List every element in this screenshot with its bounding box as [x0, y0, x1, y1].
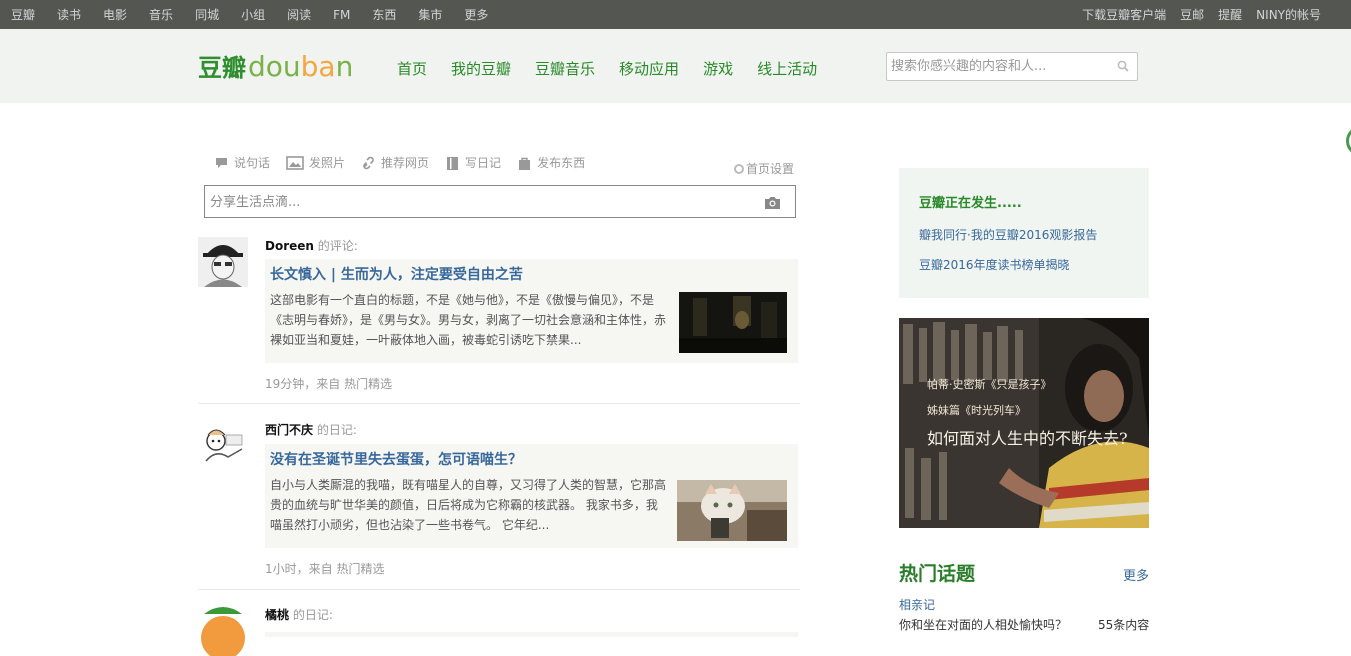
global-nav-music[interactable]: 音乐 [149, 6, 173, 23]
feed-item: 橘桃 的日记: [198, 606, 800, 656]
diary-thumbnail[interactable] [677, 480, 787, 541]
feed-divider [198, 403, 800, 404]
feed-action: 的日记: [316, 423, 357, 437]
avatar[interactable] [198, 606, 248, 656]
avatar[interactable] [198, 421, 248, 471]
floating-widget[interactable] [1346, 126, 1351, 156]
promo-line-2: 姊妹篇《时光列车》 [927, 404, 1026, 417]
settings-icon [734, 163, 744, 174]
douban-logo[interactable]: 豆瓣 douban [198, 48, 353, 83]
main-nav: 首页 我的豆瓣 豆瓣音乐 移动应用 游戏 线上活动 [397, 58, 841, 79]
global-nav-movies[interactable]: 电影 [103, 6, 127, 23]
feed-item: Doreen 的评论: 长文慎入 | 生而为人，注定要受自由之苦 这部电影有一个… [198, 237, 800, 397]
hot-topics-title: 热门话题 [899, 563, 976, 585]
movie-thumbnail[interactable] [679, 292, 787, 353]
feed-author: Doreen 的评论: [265, 237, 358, 254]
search-input[interactable] [891, 57, 1106, 76]
nav-home[interactable]: 首页 [397, 58, 427, 79]
global-nav-right: 下载豆瓣客户端 豆邮 提醒 NINY的帐号 [1068, 0, 1321, 29]
global-nav-read[interactable]: 阅读 [287, 6, 311, 23]
mail-link[interactable]: 豆邮 [1180, 6, 1204, 23]
share-link-button[interactable]: 推荐网页 [361, 154, 429, 171]
feed-card: 长文慎入 | 生而为人，注定要受自由之苦 这部电影有一个直白的标题，不是《她与他… [265, 259, 798, 363]
photo-icon [286, 155, 304, 170]
feed-title-link[interactable]: 没有在圣诞节里失去蛋蛋，怎可语喵生？ [270, 449, 522, 469]
nav-my-douban[interactable]: 我的豆瓣 [451, 58, 511, 79]
account-menu[interactable]: NINY的帐号 [1256, 6, 1321, 23]
feed-action: 的评论: [317, 239, 358, 253]
camera-icon[interactable] [764, 196, 781, 209]
global-nav: 豆瓣 读书 电影 音乐 同城 小组 阅读 FM 东西 集市 更多 下载豆瓣客户端… [0, 0, 1351, 29]
feed-author: 橘桃 的日记: [265, 606, 333, 623]
notifications-link[interactable]: 提醒 [1218, 6, 1242, 23]
share-item-button[interactable]: 发布东西 [517, 154, 585, 171]
feed-divider [198, 589, 800, 590]
share-photo-button[interactable]: 发照片 [286, 154, 345, 171]
promo-image [899, 318, 1149, 528]
site-header: 豆瓣 douban 首页 我的豆瓣 豆瓣音乐 移动应用 游戏 线上活动 [0, 29, 1351, 103]
global-nav-dongxi[interactable]: 东西 [372, 6, 396, 23]
promo-line-1: 帕蒂·史密斯《只是孩子》 [927, 378, 1052, 391]
feed-meta: 19分钟，来自 热门精选 [265, 377, 393, 391]
logo-en-text: douban [248, 50, 354, 83]
share-say-button[interactable]: 说句话 [214, 154, 270, 171]
promo-banner[interactable]: 帕蒂·史密斯《只是孩子》 姊妹篇《时光列车》 如何面对人生中的不断失去? [899, 318, 1149, 528]
happening-link[interactable]: 瓣我同行·我的豆瓣2016观影报告 [919, 226, 1097, 243]
search-box [886, 52, 1138, 81]
feed-title-link[interactable]: 长文慎入 | 生而为人，注定要受自由之苦 [270, 264, 523, 284]
hot-topics-more-link[interactable]: 更多 [1123, 565, 1149, 584]
feed-author-name[interactable]: 西门不庆 [265, 423, 313, 437]
feed-author: 西门不庆 的日记: [265, 421, 357, 438]
nav-online-events[interactable]: 线上活动 [757, 58, 817, 79]
link-icon [363, 156, 374, 169]
feed-author-name[interactable]: 橘桃 [265, 608, 289, 622]
logo-cn-text: 豆瓣 [198, 54, 246, 82]
share-diary-button[interactable]: 写日记 [445, 154, 501, 171]
feed-item: 西门不庆 的日记: 没有在圣诞节里失去蛋蛋，怎可语喵生？ 自小与人类厮混的我喵，… [198, 421, 800, 581]
global-nav-market[interactable]: 集市 [418, 6, 442, 23]
home-settings-link[interactable]: 首页设置 [734, 160, 794, 177]
feed-card [265, 632, 798, 637]
global-nav-groups[interactable]: 小组 [241, 6, 265, 23]
global-nav-books[interactable]: 读书 [57, 6, 81, 23]
nav-games[interactable]: 游戏 [703, 58, 733, 79]
avatar[interactable] [198, 237, 248, 287]
search-icon[interactable] [1117, 60, 1129, 72]
feed-card: 没有在圣诞节里失去蛋蛋，怎可语喵生？ 自小与人类厮混的我喵，既有喵星人的自尊，又… [265, 444, 798, 548]
happening-link[interactable]: 豆瓣2016年度读书榜单揭晓 [919, 256, 1070, 273]
hot-topic-description: 你和坐在对面的人相处愉快吗？ [899, 618, 1068, 632]
feed-excerpt: 自小与人类厮混的我喵，既有喵星人的自尊，又习得了人类的智慧，它那高贵的血统与旷世… [270, 478, 667, 532]
feed-excerpt: 这部电影有一个直白的标题，不是《她与他》，不是《傲慢与偏见》，不是《志明与春娇》… [270, 293, 667, 347]
nav-mobile-apps[interactable]: 移动应用 [619, 58, 679, 79]
nav-douban-music[interactable]: 豆瓣音乐 [535, 58, 595, 79]
feed-meta: 1小时，来自 热门精选 [265, 562, 385, 576]
download-client-link[interactable]: 下载豆瓣客户端 [1082, 6, 1166, 23]
share-toolbar: 说句话 发照片 推荐网页 写日记 发布东西 [214, 154, 601, 171]
global-nav-left: 豆瓣 读书 电影 音乐 同城 小组 阅读 FM 东西 集市 更多 [11, 0, 510, 29]
global-nav-local[interactable]: 同城 [195, 6, 219, 23]
happening-title: 豆瓣正在发生..... [919, 196, 1022, 211]
feed-action: 的日记: [292, 608, 333, 622]
hot-topic-count: 55条内容 [1098, 618, 1150, 632]
status-share-box [204, 185, 796, 218]
hot-topic-link[interactable]: 相亲记 [899, 596, 935, 613]
book-icon [447, 156, 459, 170]
happening-box: 豆瓣正在发生..... 瓣我同行·我的豆瓣2016观影报告 豆瓣2016年度读书… [899, 168, 1149, 298]
status-input[interactable] [210, 193, 750, 211]
global-nav-more[interactable]: 更多 [464, 6, 488, 23]
speech-bubble-icon [216, 157, 227, 168]
global-nav-douban[interactable]: 豆瓣 [11, 6, 35, 23]
bag-icon [519, 157, 531, 170]
promo-line-3: 如何面对人生中的不断失去? [927, 429, 1128, 448]
feed-author-name[interactable]: Doreen [265, 239, 314, 253]
global-nav-fm[interactable]: FM [333, 8, 350, 22]
